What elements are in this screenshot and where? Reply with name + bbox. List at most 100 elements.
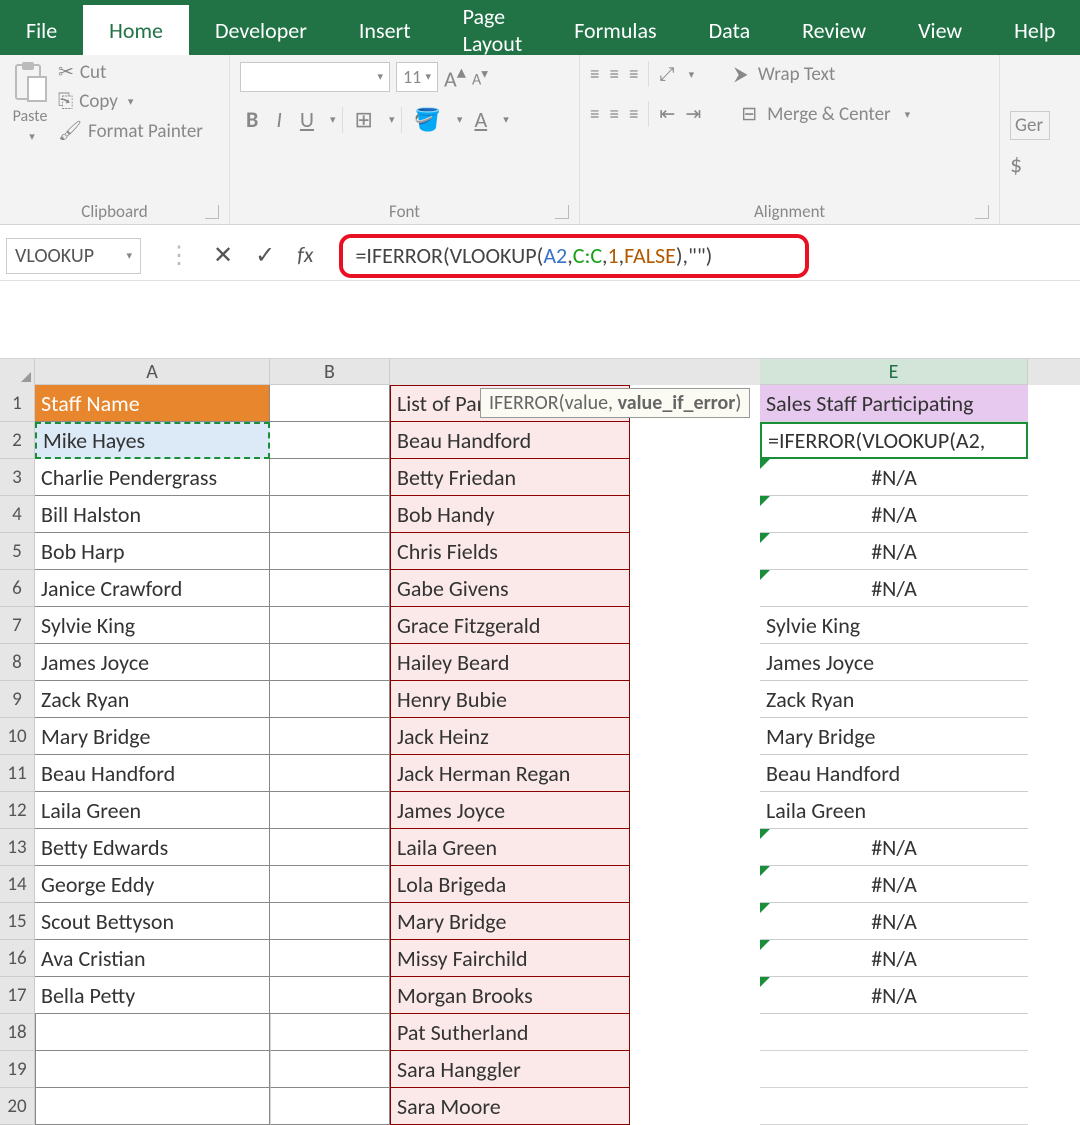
cell[interactable] <box>760 1051 1028 1088</box>
cell[interactable] <box>630 903 760 940</box>
cell[interactable]: Sara Hanggler <box>390 1051 630 1088</box>
cell[interactable]: Ava Cristian <box>35 940 270 977</box>
font-name-combo[interactable]: ▾ <box>240 62 390 92</box>
row-header[interactable]: 3 <box>0 459 35 496</box>
cell[interactable]: Missy Fairchild <box>390 940 630 977</box>
cell[interactable] <box>630 866 760 903</box>
cell[interactable]: Chris Fields <box>390 533 630 570</box>
cell[interactable] <box>630 496 760 533</box>
cell[interactable] <box>270 792 390 829</box>
cell[interactable] <box>270 1051 390 1088</box>
increase-font-icon[interactable]: A▴ <box>444 61 466 92</box>
dots-icon[interactable]: ⋮ <box>167 241 191 270</box>
cell[interactable] <box>270 866 390 903</box>
cell[interactable]: Jack Herman Regan <box>390 755 630 792</box>
col-header-B[interactable]: B <box>270 359 390 385</box>
cell[interactable] <box>35 1014 270 1051</box>
cell[interactable]: Gabe Givens <box>390 570 630 607</box>
align-left-icon[interactable]: ≡ <box>590 103 599 126</box>
cell[interactable]: Betty Edwards <box>35 829 270 866</box>
cell[interactable]: Scout Bettyson <box>35 903 270 940</box>
cell[interactable]: Bella Petty <box>35 977 270 1014</box>
cell[interactable]: #N/A <box>760 459 1028 496</box>
row-header[interactable]: 11 <box>0 755 35 792</box>
orientation-icon[interactable]: ⤢ <box>659 63 674 86</box>
row-header[interactable]: 18 <box>0 1014 35 1051</box>
cell[interactable] <box>630 755 760 792</box>
cell[interactable]: Zack Ryan <box>35 681 270 718</box>
cell[interactable] <box>270 422 390 459</box>
tab-help[interactable]: Help <box>988 5 1080 55</box>
cell[interactable]: Sara Moore <box>390 1088 630 1125</box>
row-header[interactable]: 2 <box>0 422 35 459</box>
row-header[interactable]: 14 <box>0 866 35 903</box>
cell[interactable]: James Joyce <box>35 644 270 681</box>
cell[interactable] <box>630 829 760 866</box>
cell[interactable] <box>270 940 390 977</box>
cell[interactable]: #N/A <box>760 829 1028 866</box>
bold-button[interactable]: B <box>240 106 264 133</box>
underline-button[interactable]: U <box>294 106 320 133</box>
cell[interactable] <box>270 755 390 792</box>
align-bottom-icon[interactable]: ≡ <box>629 63 638 86</box>
row-header[interactable]: 12 <box>0 792 35 829</box>
cell[interactable]: #N/A <box>760 866 1028 903</box>
cell[interactable]: Mike Hayes <box>35 422 270 459</box>
cell[interactable] <box>630 1014 760 1051</box>
align-middle-icon[interactable]: ≡ <box>609 63 618 86</box>
cell[interactable] <box>270 496 390 533</box>
tab-file[interactable]: File <box>0 5 83 55</box>
cell[interactable] <box>35 1051 270 1088</box>
cell[interactable]: Grace Fitzgerald <box>390 607 630 644</box>
col-header-A[interactable]: A <box>35 359 270 385</box>
format-painter-button[interactable]: 🖌 Format Painter <box>58 119 203 143</box>
cell[interactable] <box>270 570 390 607</box>
cell[interactable]: #N/A <box>760 940 1028 977</box>
cell[interactable] <box>630 681 760 718</box>
cell[interactable] <box>270 1088 390 1125</box>
cell[interactable]: Jack Heinz <box>390 718 630 755</box>
row-header[interactable]: 9 <box>0 681 35 718</box>
merge-center-button[interactable]: Merge & Center <box>767 103 890 126</box>
row-header[interactable]: 6 <box>0 570 35 607</box>
row-header[interactable]: 19 <box>0 1051 35 1088</box>
cell[interactable] <box>35 1088 270 1125</box>
tab-page-layout[interactable]: Page Layout <box>437 5 549 55</box>
copy-button[interactable]: ⎘ Copy ▾ <box>58 90 203 113</box>
tab-review[interactable]: Review <box>776 5 892 55</box>
cell[interactable]: Charlie Pendergrass <box>35 459 270 496</box>
font-color-button[interactable]: A <box>468 106 493 133</box>
row-header[interactable]: 10 <box>0 718 35 755</box>
cell[interactable]: Zack Ryan <box>760 681 1028 718</box>
cell[interactable] <box>630 1088 760 1125</box>
border-button[interactable]: ⊞ <box>349 106 379 133</box>
currency-icon[interactable]: $ <box>1010 150 1022 179</box>
cell[interactable] <box>270 903 390 940</box>
align-right-icon[interactable]: ≡ <box>629 103 638 126</box>
name-box[interactable]: VLOOKUP▾ <box>6 238 141 274</box>
cell[interactable]: Betty Friedan <box>390 459 630 496</box>
cell[interactable] <box>630 570 760 607</box>
row-header[interactable]: 13 <box>0 829 35 866</box>
row-header[interactable]: 4 <box>0 496 35 533</box>
tab-view[interactable]: View <box>892 5 988 55</box>
cell[interactable]: Beau Handford <box>35 755 270 792</box>
cell[interactable] <box>630 422 760 459</box>
cell[interactable]: =IFERROR(VLOOKUP(A2, <box>760 422 1028 459</box>
cell[interactable]: James Joyce <box>390 792 630 829</box>
cell[interactable]: George Eddy <box>35 866 270 903</box>
cell[interactable] <box>630 718 760 755</box>
cell[interactable] <box>270 718 390 755</box>
number-format-combo[interactable]: Ger <box>1010 111 1050 140</box>
select-all-button[interactable] <box>0 359 35 385</box>
cell[interactable]: Pat Sutherland <box>390 1014 630 1051</box>
tab-insert[interactable]: Insert <box>333 5 437 55</box>
cell[interactable] <box>270 644 390 681</box>
row-header[interactable]: 16 <box>0 940 35 977</box>
row-header[interactable]: 20 <box>0 1088 35 1125</box>
cell[interactable]: Beau Handford <box>390 422 630 459</box>
cell[interactable]: James Joyce <box>760 644 1028 681</box>
cell[interactable] <box>270 829 390 866</box>
cell[interactable] <box>630 533 760 570</box>
cut-button[interactable]: ✂ Cut <box>58 61 203 84</box>
